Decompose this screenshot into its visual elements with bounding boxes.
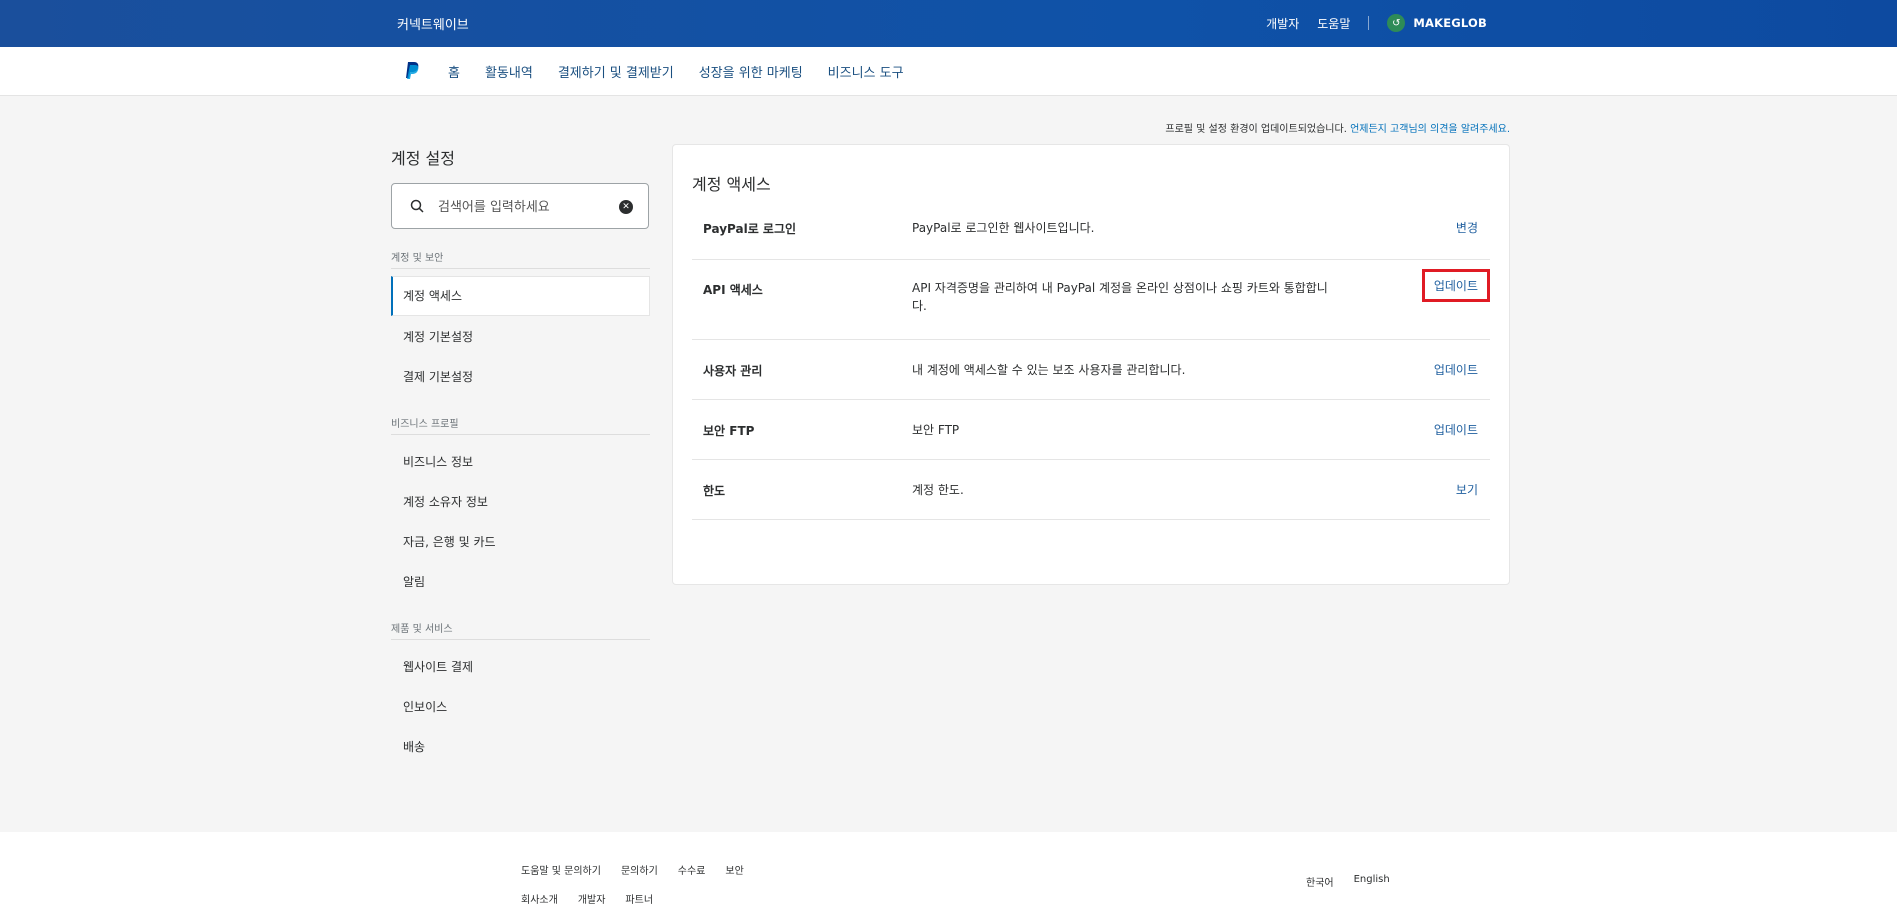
footer-link-partners[interactable]: 파트너 bbox=[625, 891, 653, 906]
row-limits: 한도 계정 한도. 보기 bbox=[692, 460, 1490, 520]
language-english[interactable]: English bbox=[1354, 874, 1390, 889]
clear-search-icon[interactable]: ✕ bbox=[619, 200, 633, 214]
row-description: 보안 FTP bbox=[912, 423, 960, 437]
row-label: 사용자 관리 bbox=[703, 364, 763, 378]
notice-text: 프로필 및 설정 환경이 업데이트되었습니다. bbox=[1165, 124, 1347, 135]
row-description: PayPal로 로그인한 웹사이트입니다. bbox=[912, 221, 1095, 235]
footer-link-contact[interactable]: 문의하기 bbox=[621, 862, 658, 877]
update-button[interactable]: 업데이트 bbox=[1434, 421, 1478, 438]
nav-pay-and-get-paid[interactable]: 결제하기 및 결제받기 bbox=[558, 62, 674, 81]
settings-search: ✕ bbox=[391, 183, 649, 229]
top-bar: 커넥트웨이브 개발자 도움말 ↺ MAKEGLOB bbox=[0, 0, 1897, 47]
nav-marketing[interactable]: 성장을 위한 마케팅 bbox=[699, 62, 803, 81]
paypal-logo-icon[interactable] bbox=[405, 61, 421, 81]
top-divider bbox=[1368, 16, 1370, 30]
sidebar-item-website-payments[interactable]: 웹사이트 결제 bbox=[391, 647, 650, 687]
developer-link[interactable]: 개발자 bbox=[1266, 15, 1299, 32]
sidebar-item-account-access[interactable]: 계정 액세스 bbox=[391, 276, 650, 316]
sidebar-item-shipping[interactable]: 배송 bbox=[391, 727, 650, 767]
row-label: API 액세스 bbox=[703, 283, 763, 297]
row-description: API 자격증명을 관리하여 내 PayPal 계정을 온라인 상점이나 쇼핑 … bbox=[912, 281, 1328, 313]
row-label: 보안 FTP bbox=[703, 424, 755, 438]
section-business-profile: 비즈니스 프로필 bbox=[391, 415, 650, 435]
row-description: 계정 한도. bbox=[912, 483, 964, 497]
section-products-services: 제품 및 서비스 bbox=[391, 620, 650, 640]
account-access-card: 계정 액세스 PayPal로 로그인 PayPal로 로그인한 웹사이트입니다.… bbox=[672, 144, 1510, 585]
change-button[interactable]: 변경 bbox=[1456, 219, 1478, 236]
footer-links-row1: 도움말 및 문의하기 문의하기 수수료 보안 bbox=[521, 862, 764, 877]
footer-link-developers[interactable]: 개발자 bbox=[578, 891, 606, 906]
api-update-button[interactable]: 업데이트 bbox=[1421, 269, 1490, 302]
user-avatar-icon[interactable]: ↺ bbox=[1387, 14, 1406, 32]
main-nav: 홈 활동내역 결제하기 및 결제받기 성장을 위한 마케팅 비즈니스 도구 bbox=[0, 47, 1897, 96]
row-label: PayPal로 로그인 bbox=[703, 222, 797, 236]
sidebar-item-payment-preferences[interactable]: 결제 기본설정 bbox=[391, 357, 650, 397]
row-label: 한도 bbox=[703, 484, 726, 498]
nav-items: 홈 활동내역 결제하기 및 결제받기 성장을 위한 마케팅 비즈니스 도구 bbox=[448, 62, 929, 81]
footer-link-about[interactable]: 회사소개 bbox=[521, 891, 558, 906]
nav-business-tools[interactable]: 비즈니스 도구 bbox=[828, 62, 904, 81]
sidebar-item-business-info[interactable]: 비즈니스 정보 bbox=[391, 442, 650, 482]
feedback-link[interactable]: 언제든지 고객님의 의견을 알려주세요. bbox=[1350, 124, 1510, 135]
search-icon bbox=[410, 199, 424, 213]
update-button[interactable]: 업데이트 bbox=[1434, 361, 1478, 378]
nav-home[interactable]: 홈 bbox=[448, 62, 460, 81]
search-input[interactable] bbox=[436, 196, 610, 218]
account-brand-name: 커넥트웨이브 bbox=[397, 18, 469, 33]
sidebar-item-owner-info[interactable]: 계정 소유자 정보 bbox=[391, 482, 650, 522]
sidebar-item-account-preferences[interactable]: 계정 기본설정 bbox=[391, 317, 650, 357]
footer-link-help[interactable]: 도움말 및 문의하기 bbox=[521, 862, 601, 877]
row-api-access: API 액세스 API 자격증명을 관리하여 내 PayPal 계정을 온라인 … bbox=[692, 260, 1490, 340]
update-notice: 프로필 및 설정 환경이 업데이트되었습니다. 언제든지 고객님의 의견을 알려… bbox=[1165, 120, 1510, 135]
row-user-management: 사용자 관리 내 계정에 액세스할 수 있는 보조 사용자를 관리합니다. 업데… bbox=[692, 340, 1490, 400]
row-description: 내 계정에 액세스할 수 있는 보조 사용자를 관리합니다. bbox=[912, 363, 1186, 377]
nav-activity[interactable]: 활동내역 bbox=[485, 62, 533, 81]
top-right-menu: 개발자 도움말 ↺ MAKEGLOB bbox=[1248, 14, 1487, 32]
language-selector: 한국어 English bbox=[1306, 874, 1410, 889]
sidebar-item-money-banks-cards[interactable]: 자금, 은행 및 카드 bbox=[391, 522, 650, 562]
help-link[interactable]: 도움말 bbox=[1317, 15, 1350, 32]
section-account-security: 계정 및 보안 bbox=[391, 249, 650, 269]
language-korean[interactable]: 한국어 bbox=[1306, 874, 1334, 889]
row-secure-ftp: 보안 FTP 보안 FTP 업데이트 bbox=[692, 400, 1490, 460]
sidebar-item-notifications[interactable]: 알림 bbox=[391, 562, 650, 602]
footer: 도움말 및 문의하기 문의하기 수수료 보안 회사소개 개발자 파트너 한국어 … bbox=[0, 832, 1897, 908]
row-login-with-paypal: PayPal로 로그인 PayPal로 로그인한 웹사이트입니다. 변경 bbox=[692, 200, 1490, 260]
sidebar-item-invoices[interactable]: 인보이스 bbox=[391, 687, 650, 727]
card-title: 계정 액세스 bbox=[692, 175, 771, 194]
sidebar-title: 계정 설정 bbox=[391, 149, 455, 168]
footer-link-security[interactable]: 보안 bbox=[725, 862, 743, 877]
view-button[interactable]: 보기 bbox=[1456, 481, 1478, 498]
footer-links-row2: 회사소개 개발자 파트너 bbox=[521, 891, 673, 906]
user-name[interactable]: MAKEGLOB bbox=[1413, 16, 1487, 30]
footer-link-fees[interactable]: 수수료 bbox=[678, 862, 706, 877]
